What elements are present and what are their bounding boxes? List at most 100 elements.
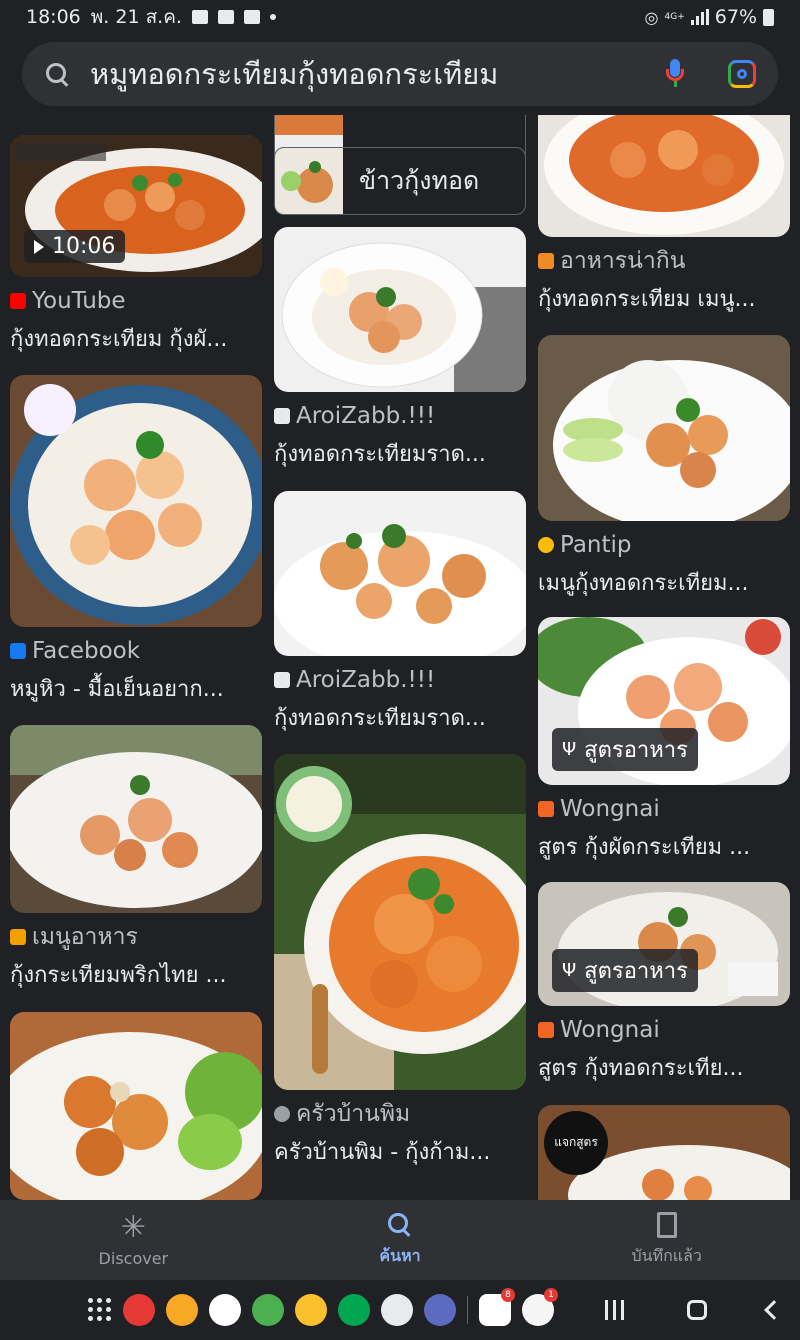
result-card[interactable]: ครัวบ้านพิม ครัวบ้านพิม - กุ้งก้าม...: [274, 754, 526, 1169]
video-duration-badge: 10:06: [24, 230, 126, 263]
gallery-icon: [191, 10, 208, 24]
globe-favicon-icon: [274, 1106, 290, 1122]
search-bar[interactable]: หมูทอดกระเทียมกุ้งทอดกระเทียม: [22, 42, 778, 106]
result-thumbnail[interactable]: [538, 115, 790, 237]
result-source[interactable]: AroiZabb.!!!: [296, 667, 435, 693]
recent-apps-button[interactable]: [605, 1300, 627, 1320]
nav-discover[interactable]: ✳ Discover: [0, 1200, 267, 1280]
result-card[interactable]: เมนูอาหาร กุ้งกระเทียมพริกไทย ...: [10, 725, 262, 992]
result-title[interactable]: กุ้งกระเทียมพริกไทย ...: [10, 957, 262, 992]
nav-saved[interactable]: บันทึกแล้ว: [533, 1200, 800, 1280]
google-lens-icon[interactable]: [728, 60, 756, 88]
home-button[interactable]: [687, 1300, 707, 1320]
notification-badge: 1: [544, 1288, 558, 1302]
result-source[interactable]: ครัวบ้านพิม: [296, 1096, 410, 1132]
result-card[interactable]: Pantip เมนูกุ้งทอดกระเทียม...: [538, 335, 790, 600]
aroizabb-favicon-icon: [274, 408, 290, 424]
battery-icon: [763, 8, 774, 26]
result-thumbnail[interactable]: [274, 227, 526, 392]
result-thumbnail[interactable]: [10, 1012, 262, 1200]
result-source[interactable]: AroiZabb.!!!: [296, 403, 435, 429]
result-card[interactable]: แจกสูตร: [538, 1105, 790, 1200]
status-bar: 18:06 พ. 21 ส.ค. ◎ 4G+ 67%: [0, 0, 800, 34]
menu-site-favicon-icon: [10, 929, 26, 945]
result-title[interactable]: กุ้งทอดกระเทียม เมนู...: [538, 281, 790, 316]
flipboard-app-icon[interactable]: [123, 1294, 155, 1326]
forward-app-icon[interactable]: [295, 1294, 327, 1326]
chip-thumbnail: [275, 148, 343, 214]
result-title[interactable]: กุ้งทอดกระเทียมราด...: [274, 436, 526, 471]
dock-divider: [467, 1296, 468, 1324]
result-thumbnail[interactable]: Ψ สูตรอาหาร: [538, 882, 790, 1006]
play-icon: [34, 239, 44, 254]
result-title[interactable]: กุ้งทอดกระเทียม กุ้งผั...: [10, 321, 262, 356]
result-card[interactable]: อาหารน่ากิน กุ้งทอดกระเทียม เมนู...: [538, 115, 790, 316]
result-title[interactable]: กุ้งทอดกระเทียมราด...: [274, 700, 526, 735]
result-thumbnail[interactable]: แจกสูตร: [538, 1105, 790, 1200]
result-source[interactable]: อาหารน่ากิน: [560, 243, 685, 279]
result-title[interactable]: สูตร กุ้งผัดกระเทียม ...: [538, 829, 790, 864]
result-thumbnail[interactable]: [10, 375, 262, 627]
result-thumbnail[interactable]: [274, 754, 526, 1090]
notification-badge: 8: [501, 1288, 515, 1302]
result-source[interactable]: Wongnai: [560, 796, 660, 822]
result-title[interactable]: หมูหิว - มื้อเย็นอยาก...: [10, 671, 262, 706]
result-card[interactable]: AroiZabb.!!! กุ้งทอดกระเทียมราด...: [274, 227, 526, 471]
result-thumbnail[interactable]: Ψ สูตรอาหาร: [538, 617, 790, 785]
shrimp-rice-photo: [274, 491, 526, 656]
hotspot-icon: ◎: [644, 7, 659, 27]
messenger-app-icon[interactable]: [209, 1294, 241, 1326]
more-notifications-icon: [269, 14, 276, 20]
internet-app-icon[interactable]: [424, 1294, 456, 1326]
aroizabb-favicon-icon: [274, 672, 290, 688]
result-source[interactable]: Pantip: [560, 532, 632, 558]
c-app-icon[interactable]: [338, 1294, 370, 1326]
files-app-icon[interactable]: [166, 1294, 198, 1326]
result-source[interactable]: Wongnai: [560, 1017, 660, 1043]
recipe-badge: Ψ สูตรอาหาร: [552, 949, 698, 992]
saved-collections-icon: [656, 1211, 677, 1238]
result-thumbnail[interactable]: 10:06: [10, 135, 262, 277]
shrimp-dish-photo: [10, 725, 262, 913]
result-card[interactable]: 10:06 YouTube กุ้งทอดกระเทียม กุ้งผั...: [10, 135, 262, 356]
messages-app-icon[interactable]: [381, 1294, 413, 1326]
result-card[interactable]: [10, 1012, 262, 1200]
shrimp-dish-photo: [10, 375, 262, 627]
shrimp-rice-photo: [274, 227, 526, 392]
app-drawer-icon[interactable]: [88, 1298, 112, 1322]
result-thumbnail[interactable]: [274, 491, 526, 656]
result-title[interactable]: ครัวบ้านพิม - กุ้งก้าม...: [274, 1134, 526, 1169]
result-title[interactable]: เมนูกุ้งทอดกระเทียม...: [538, 565, 790, 600]
search-query[interactable]: หมูทอดกระเทียมกุ้งทอดกระเทียม: [90, 51, 666, 97]
nav-search[interactable]: ค้นหา: [267, 1200, 534, 1280]
pantip-favicon-icon: [538, 537, 554, 553]
check-notification-icon: [243, 10, 260, 24]
food-site-favicon-icon: [538, 253, 554, 269]
result-card[interactable]: Ψ สูตรอาหาร Wongnai สูตร กุ้งทอดกระเทีย.…: [538, 882, 790, 1085]
youtube-app-icon[interactable]: 8: [479, 1288, 515, 1326]
result-source[interactable]: Facebook: [32, 638, 140, 664]
wongnai-favicon-icon: [538, 1022, 554, 1038]
result-thumbnail[interactable]: [10, 725, 262, 913]
signal-icon: [690, 9, 709, 25]
line-app-icon[interactable]: [252, 1294, 284, 1326]
result-title[interactable]: สูตร กุ้งทอดกระเทีย...: [538, 1050, 790, 1085]
result-source[interactable]: YouTube: [32, 288, 126, 314]
result-source[interactable]: เมนูอาหาร: [32, 919, 138, 955]
result-card[interactable]: Ψ สูตรอาหาร Wongnai สูตร กุ้งผัดกระเทียม…: [538, 617, 790, 864]
search-icon: [44, 61, 70, 87]
wongnai-favicon-icon: [538, 801, 554, 817]
shrimp-rice-photo: [538, 335, 790, 521]
related-search-chip[interactable]: ข้าวกุ้งทอด: [274, 147, 526, 215]
search-icon: [387, 1212, 413, 1238]
prawn-dish-photo: [274, 754, 526, 1090]
asterisk-icon: ✳: [120, 1209, 146, 1245]
result-card[interactable]: Facebook หมูหิว - มื้อเย็นอยาก...: [10, 375, 262, 706]
result-card[interactable]: AroiZabb.!!! กุ้งทอดกระเทียมราด...: [274, 491, 526, 735]
microphone-icon[interactable]: [666, 59, 684, 89]
back-button[interactable]: [764, 1300, 784, 1320]
battery-percent: 67%: [714, 6, 757, 28]
result-thumbnail[interactable]: [538, 335, 790, 521]
clock: 18:06: [26, 6, 81, 28]
merchant-app-icon[interactable]: 1: [522, 1288, 558, 1326]
